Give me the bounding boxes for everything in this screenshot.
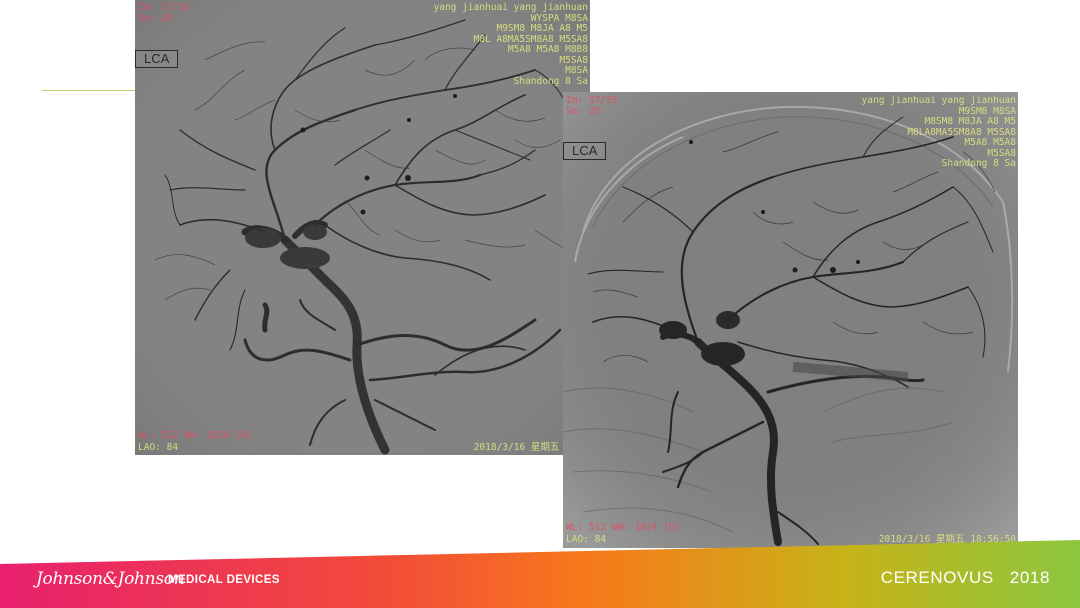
view-label-tag: LCA: [563, 142, 607, 160]
patient-info-line: M9SM8 M8JA A8 M5: [496, 23, 588, 34]
patient-info-block: yang jianhuai yang jianhuan WYSPA M8SA M…: [433, 2, 588, 87]
image-index-label: Im: 17/33: [566, 95, 618, 106]
division-name: MEDICAL DEVICES: [168, 574, 280, 586]
company-logo: Johnson&Johnson: [36, 569, 185, 589]
patient-info-line: yang jianhuai yang jianhuan: [433, 2, 588, 13]
patient-info-line: yang jianhuai yang jianhuan: [861, 95, 1016, 106]
patient-info-line: M8SM8 M8JA A8 M5: [924, 116, 1016, 127]
angiogram-panel-subtracted: Im: 17/33 Se: 20 LCA yang jianhuai yang …: [563, 92, 1018, 548]
window-level-label: WL: 512 WW: 1024 [D]: [138, 430, 253, 441]
series-label: Se: 20: [566, 106, 601, 117]
patient-info-line: M5A8 M5A8 M8B8: [507, 44, 588, 55]
patient-info-line: Shandong 8 Sa: [941, 158, 1016, 169]
window-level-label: WL: 512 WW: 1024 [D]: [566, 522, 681, 533]
patient-info-line: M5A8 M5A8: [964, 137, 1016, 148]
image-index-label: Im: 17/33: [138, 2, 190, 13]
patient-info-line: M8SA: [565, 65, 588, 76]
slide: Im: 17/33 Se: 20 LCA yang jianhuai yang …: [0, 0, 1080, 608]
angiogram-panel-lateral: Im: 17/33 Se: 20 LCA yang jianhuai yang …: [135, 0, 590, 455]
brand-year-label: CERENOVUS 2018: [880, 568, 1050, 587]
series-label: Se: 20: [138, 13, 173, 24]
patient-info-line: Shandong 8 Sa: [513, 75, 588, 87]
patient-info-block: yang jianhuai yang jianhuan M9SM8 M8SA M…: [861, 95, 1016, 170]
view-label-tag: LCA: [135, 50, 179, 68]
projection-angle-label: LAO: 84: [138, 442, 179, 453]
